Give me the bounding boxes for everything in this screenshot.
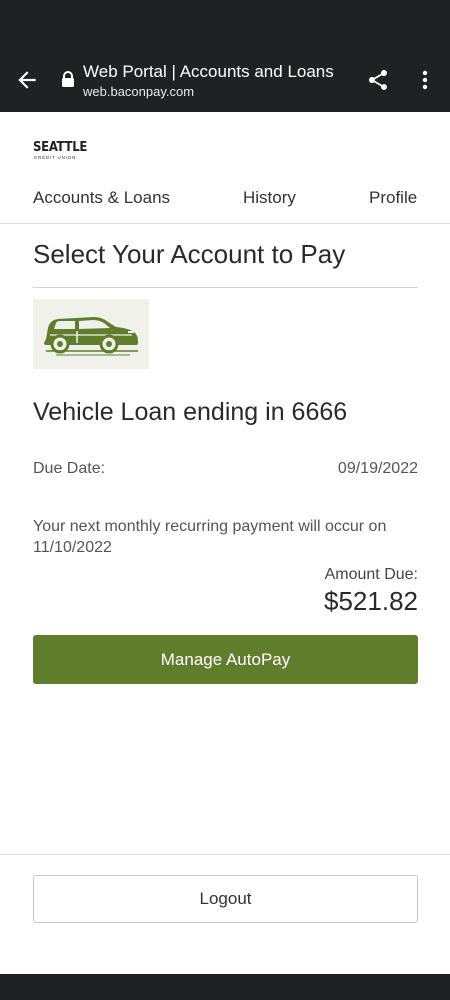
main-nav: Accounts & Loans History Profile bbox=[0, 183, 450, 224]
logo-subtitle: CREDIT UNION bbox=[34, 155, 77, 160]
recurring-payment-notice: Your next monthly recurring payment will… bbox=[33, 518, 387, 556]
vehicle-loan-image[interactable] bbox=[33, 299, 149, 369]
browser-toolbar: Web Portal | Accounts and Loans web.baco… bbox=[0, 50, 450, 112]
more-vert-icon[interactable] bbox=[416, 68, 434, 92]
browser-page-title[interactable]: Web Portal | Accounts and Loans bbox=[83, 62, 334, 82]
share-icon[interactable] bbox=[366, 68, 390, 92]
logout-button[interactable]: Logout bbox=[33, 875, 418, 923]
app-root: Web Portal | Accounts and Loans web.baco… bbox=[0, 0, 450, 1000]
loan-title[interactable]: Vehicle Loan ending in 6666 bbox=[33, 396, 347, 428]
browser-url-domain[interactable]: web.baconpay.com bbox=[83, 84, 194, 100]
nav-accounts-loans[interactable]: Accounts & Loans bbox=[33, 188, 170, 208]
car-icon bbox=[44, 317, 138, 356]
nav-profile[interactable]: Profile bbox=[369, 188, 417, 208]
amount-due-value: $521.82 bbox=[324, 586, 418, 616]
amount-due-label: Amount Due: bbox=[324, 566, 418, 583]
logo-wordmark: SEATTLE bbox=[33, 140, 88, 155]
due-date-value: 09/19/2022 bbox=[337, 460, 418, 477]
system-navigation-bar bbox=[0, 974, 450, 1000]
page-title: Select Your Account to Pay bbox=[33, 239, 346, 269]
nav-history[interactable]: History bbox=[243, 188, 296, 208]
back-arrow-icon[interactable] bbox=[14, 67, 40, 93]
footer-divider bbox=[0, 854, 450, 855]
lock-icon[interactable] bbox=[61, 71, 75, 87]
title-divider bbox=[33, 287, 418, 288]
status-bar bbox=[0, 0, 450, 50]
due-date-label: Due Date: bbox=[33, 460, 106, 477]
manage-autopay-button[interactable]: Manage AutoPay bbox=[33, 635, 418, 684]
seattle-credit-union-logo[interactable]: SEATTLE CREDIT UNION bbox=[33, 140, 87, 164]
